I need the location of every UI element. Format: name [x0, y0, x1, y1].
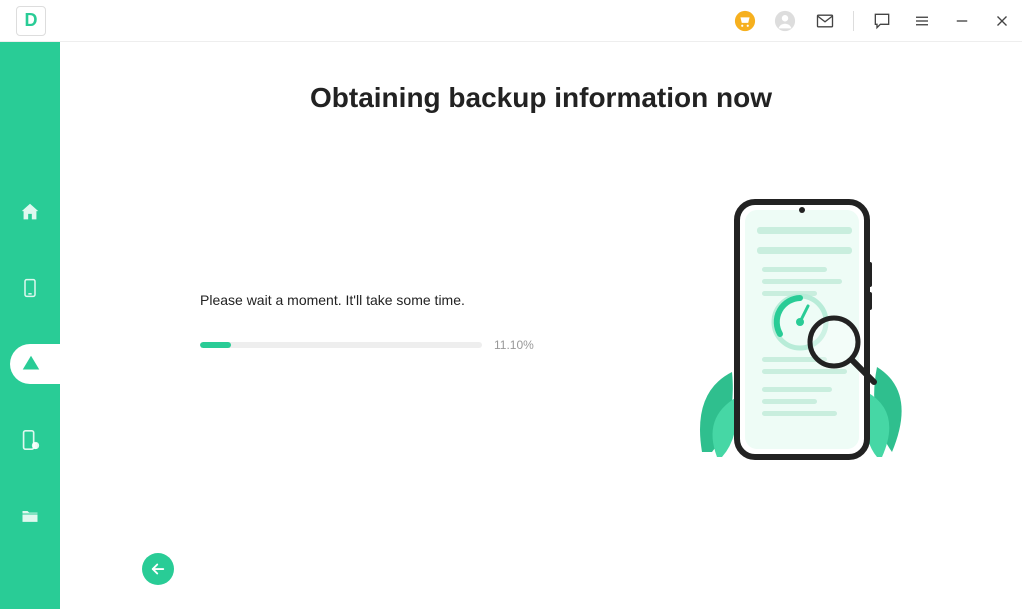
content-area: Obtaining backup information now Please … [60, 42, 1022, 609]
menu-icon[interactable] [910, 9, 934, 33]
logo-letter: D [25, 10, 38, 31]
progress-fill [200, 342, 231, 348]
sidebar: ! [0, 42, 60, 609]
progress-row: 11.10% [200, 338, 540, 352]
minimize-icon[interactable] [950, 9, 974, 33]
sidebar-item-phone[interactable] [10, 268, 50, 308]
titlebar: D [0, 0, 1022, 42]
app-logo: D [16, 6, 46, 36]
sidebar-item-home[interactable] [10, 192, 50, 232]
profile-icon[interactable] [773, 9, 797, 33]
page-heading: Obtaining backup information now [60, 82, 1022, 114]
progress-area: Please wait a moment. It'll take some ti… [200, 292, 540, 352]
cart-icon[interactable] [733, 9, 757, 33]
sidebar-item-folder[interactable] [10, 496, 50, 536]
close-icon[interactable] [990, 9, 1014, 33]
phone-scan-illustration [682, 192, 922, 492]
feedback-icon[interactable] [870, 9, 894, 33]
main-row: ! Obtaining backup information now Pleas… [0, 42, 1022, 609]
back-button[interactable] [142, 553, 174, 585]
progress-percent-label: 11.10% [494, 338, 540, 352]
sidebar-item-phone-alert[interactable]: ! [10, 420, 50, 460]
progress-bar [200, 342, 482, 348]
titlebar-actions [733, 9, 1014, 33]
wait-message: Please wait a moment. It'll take some ti… [200, 292, 540, 308]
titlebar-divider [853, 11, 854, 31]
mail-icon[interactable] [813, 9, 837, 33]
